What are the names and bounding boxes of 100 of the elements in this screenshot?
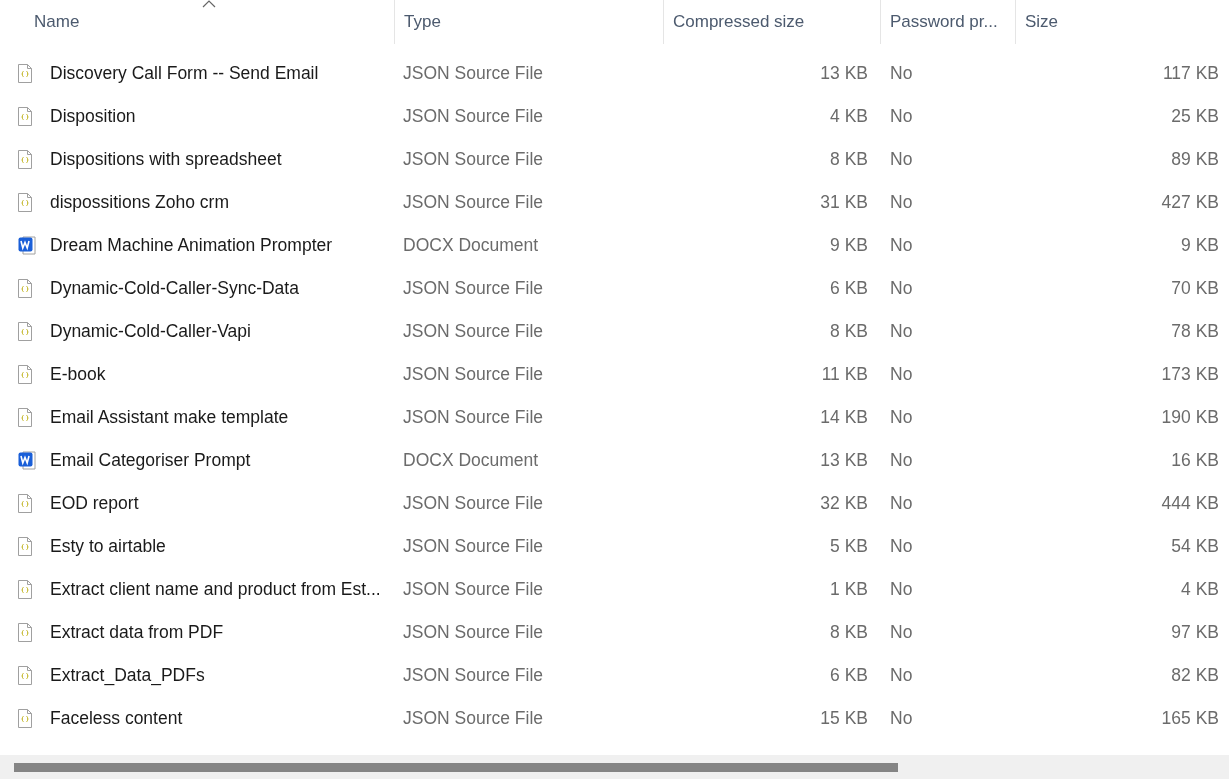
file-name[interactable]: Email Assistant make template [50,407,289,428]
file-name[interactable]: Discovery Call Form -- Send Email [50,63,319,84]
file-size: 25 KB [1170,106,1220,127]
json-file-icon [18,537,32,556]
file-name[interactable]: Dynamic-Cold-Caller-Sync-Data [50,278,299,299]
password-protected: No [889,149,914,170]
json-file-icon [18,494,32,513]
file-type: JSON Source File [402,708,545,729]
json-file-icon [18,107,32,126]
compressed-size: 32 KB [819,493,869,514]
password-protected: No [889,622,914,643]
file-size: 97 KB [1170,622,1220,643]
file-type: JSON Source File [402,321,545,342]
file-size: 16 KB [1170,450,1220,471]
json-file-icon [18,408,32,427]
json-file-icon [18,279,32,298]
file-type: JSON Source File [402,622,545,643]
file-name[interactable]: Dynamic-Cold-Caller-Vapi [50,321,251,342]
compressed-size: 31 KB [819,192,869,213]
password-protected: No [889,321,914,342]
file-size: 165 KB [1160,708,1220,729]
password-protected: No [889,192,914,213]
file-size: 82 KB [1170,665,1220,686]
file-type: JSON Source File [402,665,545,686]
file-name[interactable]: E-book [50,364,106,385]
compressed-size: 11 KB [820,364,869,385]
file-size: 427 KB [1160,192,1220,213]
json-file-icon [18,623,32,642]
column-header[interactable]: Compressed size [673,12,805,32]
compressed-size: 4 KB [829,106,869,127]
file-size: 190 KB [1160,407,1220,428]
file-type: JSON Source File [402,364,545,385]
file-size: 4 KB [1180,579,1220,600]
file-type: JSON Source File [402,536,545,557]
compressed-size: 5 KB [829,536,869,557]
column-header[interactable]: Password pr... [890,12,998,32]
file-name[interactable]: Email Categoriser Prompt [50,450,251,471]
file-name[interactable]: Faceless content [50,708,183,729]
password-protected: No [889,63,914,84]
file-type: JSON Source File [402,278,545,299]
password-protected: No [889,364,914,385]
file-size: 444 KB [1160,493,1220,514]
password-protected: No [889,493,914,514]
file-name[interactable]: Dream Machine Animation Prompter [50,235,333,256]
file-name[interactable]: Dispositions with spreadsheet [50,149,282,170]
file-type: JSON Source File [402,493,545,514]
file-type: JSON Source File [402,106,545,127]
compressed-size: 13 KB [819,450,869,471]
json-file-icon [18,64,32,83]
column-header[interactable]: Type [404,12,441,32]
password-protected: No [889,407,914,428]
file-size: 117 KB [1161,63,1220,84]
column-header[interactable]: Name [34,12,80,32]
compressed-size: 8 KB [829,321,869,342]
file-name[interactable]: Extract_Data_PDFs [50,665,205,686]
json-file-icon [18,150,32,169]
compressed-size: 6 KB [829,278,869,299]
json-file-icon [18,365,32,384]
file-size: 54 KB [1170,536,1220,557]
file-type: JSON Source File [402,149,545,170]
file-type: JSON Source File [402,579,545,600]
password-protected: No [889,665,914,686]
file-type: JSON Source File [402,192,545,213]
password-protected: No [889,278,914,299]
file-name[interactable]: Disposition [50,106,136,127]
file-size: 78 KB [1170,321,1220,342]
compressed-size: 1 KB [829,579,869,600]
word-document-icon [18,236,37,255]
column-header[interactable]: Size [1025,12,1059,32]
password-protected: No [889,708,914,729]
file-size: 9 KB [1180,235,1220,256]
file-name[interactable]: dispossitions Zoho crm [50,192,229,213]
password-protected: No [889,235,914,256]
json-file-icon [18,193,32,212]
json-file-icon [18,322,32,341]
compressed-size: 13 KB [819,63,869,84]
compressed-size: 14 KB [819,407,869,428]
compressed-size: 9 KB [829,235,869,256]
scrollbar-thumb[interactable] [14,763,898,772]
file-type: DOCX Document [402,450,540,471]
password-protected: No [889,579,914,600]
password-protected: No [889,536,914,557]
json-file-icon [18,666,32,685]
json-file-icon [18,580,32,599]
compressed-size: 8 KB [829,149,869,170]
password-protected: No [889,106,914,127]
file-size: 173 KB [1160,364,1220,385]
file-name[interactable]: Extract data from PDF [50,622,224,643]
file-name[interactable]: EOD report [50,493,139,514]
compressed-size: 15 KB [819,708,869,729]
horizontal-scrollbar[interactable] [0,755,1229,779]
file-size: 89 KB [1170,149,1220,170]
file-name[interactable]: Esty to airtable [50,536,166,557]
file-type: JSON Source File [402,407,545,428]
file-size: 70 KB [1170,278,1220,299]
compressed-size: 6 KB [829,665,869,686]
json-file-icon [18,709,32,728]
file-name[interactable]: Extract client name and product from Est... [50,579,381,600]
password-protected: No [889,450,914,471]
file-type: DOCX Document [402,235,540,256]
